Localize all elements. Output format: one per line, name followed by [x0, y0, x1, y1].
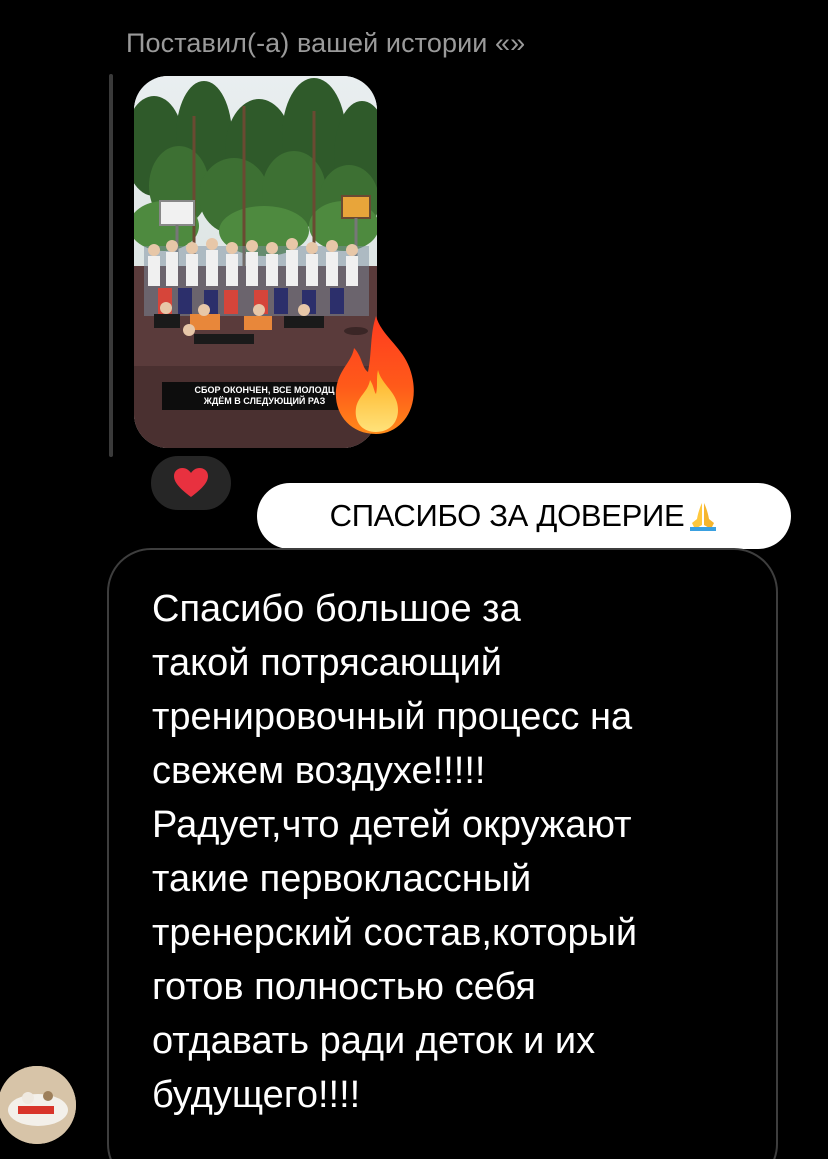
text-sticker: СПАСИБО ЗА ДОВЕРИЕ — [257, 483, 791, 549]
sticker-text: СПАСИБО ЗА ДОВЕРИЕ — [329, 498, 685, 533]
reply-indicator-line — [109, 74, 113, 457]
avatar[interactable] — [0, 1066, 76, 1144]
heart-icon — [174, 468, 208, 497]
avatar-image — [0, 1066, 76, 1144]
message-text: Спасибо большое за такой потрясающий тре… — [152, 588, 638, 1116]
dm-conversation: Поставил(-а) вашей истории «» СБОР ОКОНЧ… — [0, 0, 828, 1159]
story-reply-header: Поставил(-а) вашей истории «» — [126, 28, 526, 58]
heart-reaction[interactable] — [147, 452, 235, 514]
fire-icon — [335, 316, 414, 434]
praying-hands-icon — [688, 501, 718, 531]
